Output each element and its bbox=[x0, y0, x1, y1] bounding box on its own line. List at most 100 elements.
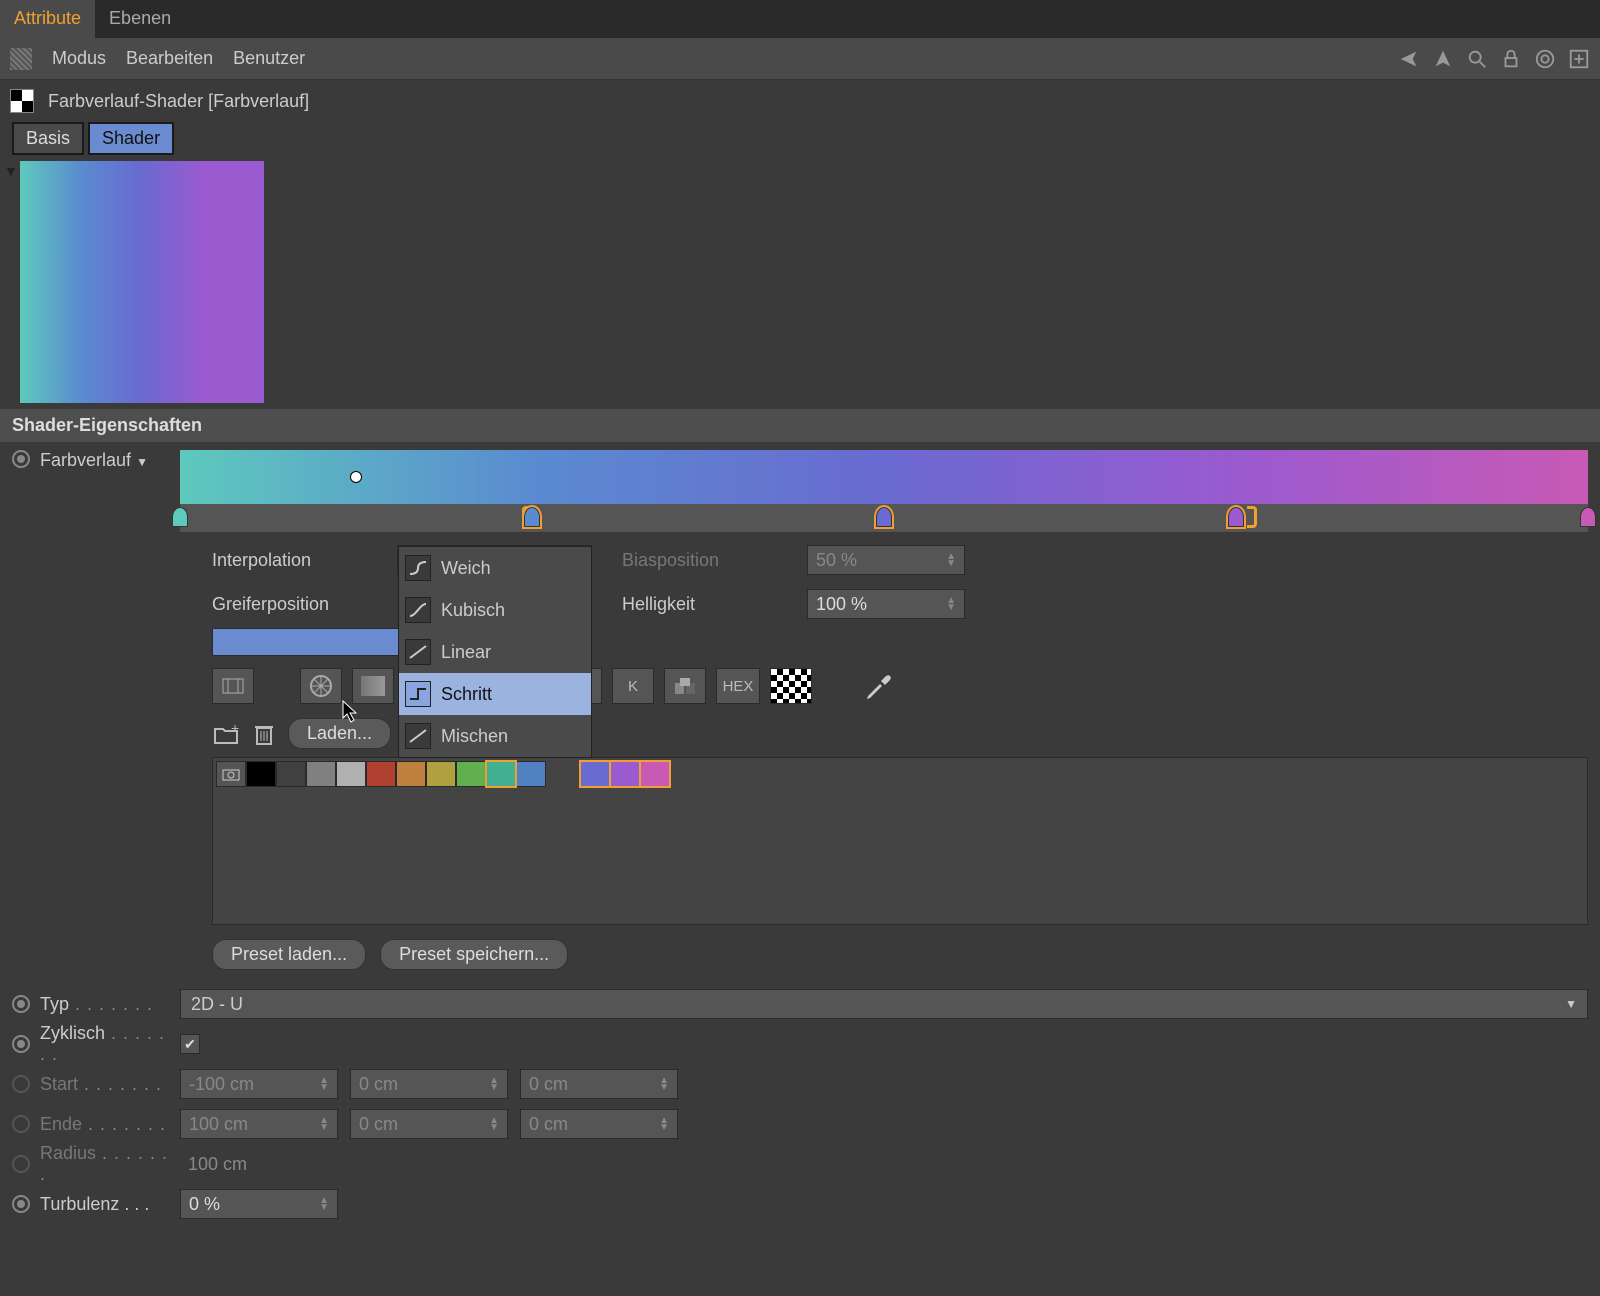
menu-benutzer[interactable]: Benutzer bbox=[233, 48, 305, 69]
swatch[interactable] bbox=[246, 761, 276, 787]
interp-option-linear[interactable]: Linear bbox=[399, 631, 591, 673]
panel-tabs: Attribute Ebenen bbox=[0, 0, 1600, 38]
color-mode-spectrum[interactable] bbox=[352, 668, 394, 704]
preset-load-button[interactable]: Preset laden... bbox=[212, 939, 366, 970]
label-greiferposition: Greiferposition bbox=[212, 594, 387, 615]
swatch-load-button[interactable]: Laden... bbox=[288, 718, 391, 749]
shader-subtabs: Basis Shader bbox=[0, 122, 1600, 161]
anim-dot-start bbox=[12, 1075, 30, 1093]
label-turbulenz: Turbulenz . . . bbox=[40, 1194, 170, 1215]
swatch-camera[interactable] bbox=[216, 761, 246, 787]
object-title: Farbverlauf-Shader [Farbverlauf] bbox=[48, 91, 309, 112]
typ-dropdown[interactable]: 2D - U▼ bbox=[180, 989, 1588, 1019]
swatch[interactable] bbox=[516, 761, 546, 787]
swatch[interactable] bbox=[640, 761, 670, 787]
swatch[interactable] bbox=[456, 761, 486, 787]
swatch[interactable] bbox=[306, 761, 336, 787]
interpolation-menu: Weich Kubisch Linear Schritt bbox=[398, 546, 592, 758]
ende-x-field: 100 cm▲▼ bbox=[180, 1109, 338, 1139]
anim-dot-radius bbox=[12, 1155, 30, 1173]
trash-icon[interactable] bbox=[250, 720, 278, 748]
gradient-bar[interactable] bbox=[180, 450, 1588, 504]
label-interpolation: Interpolation bbox=[212, 550, 387, 571]
swatch[interactable] bbox=[396, 761, 426, 787]
label-typ: Typ bbox=[40, 994, 170, 1015]
interpolation-dropdown[interactable]: Schritt ▼ Weich Kubisch bbox=[397, 545, 592, 575]
section-header: Shader-Eigenschaften bbox=[0, 409, 1600, 442]
menu-modus[interactable]: Modus bbox=[52, 48, 106, 69]
color-mode-wheel[interactable] bbox=[300, 668, 342, 704]
svg-text:+: + bbox=[231, 723, 239, 736]
radius-field: 100 cm bbox=[180, 1149, 338, 1179]
preset-save-button[interactable]: Preset speichern... bbox=[380, 939, 568, 970]
subtab-basis[interactable]: Basis bbox=[12, 122, 84, 155]
swatch[interactable] bbox=[366, 761, 396, 787]
swatch[interactable] bbox=[336, 761, 366, 787]
swatch[interactable] bbox=[276, 761, 306, 787]
biasposition-field: 50 %▲▼ bbox=[807, 545, 965, 575]
swatch[interactable] bbox=[426, 761, 456, 787]
gradient-stop[interactable] bbox=[876, 507, 892, 527]
eyedropper-icon[interactable] bbox=[862, 670, 894, 702]
anim-dot-ende bbox=[12, 1115, 30, 1133]
start-z-field: 0 cm▲▼ bbox=[520, 1069, 678, 1099]
bottom-properties: Typ 2D - U▼ Zyklisch ✔ Start -100 cm▲▼ 0… bbox=[0, 978, 1600, 1230]
swatch-row bbox=[216, 761, 1584, 787]
interp-option-schritt[interactable]: Schritt bbox=[399, 673, 591, 715]
preview-disclosure[interactable]: ▼ bbox=[4, 161, 20, 179]
nav-up-icon[interactable] bbox=[1432, 48, 1454, 70]
color-mode-k[interactable]: K bbox=[612, 668, 654, 704]
add-folder-icon[interactable]: + bbox=[212, 720, 240, 748]
nav-back-icon[interactable] bbox=[1398, 48, 1420, 70]
interp-option-weich[interactable]: Weich bbox=[399, 547, 591, 589]
gradient-preset-row: Preset laden... Preset speichern... bbox=[212, 939, 1588, 970]
zyklisch-checkbox[interactable]: ✔ bbox=[180, 1034, 200, 1054]
ende-y-field: 0 cm▲▼ bbox=[350, 1109, 508, 1139]
gradient-stop-track[interactable] bbox=[180, 504, 1588, 532]
search-icon[interactable] bbox=[1466, 48, 1488, 70]
tab-ebenen[interactable]: Ebenen bbox=[95, 0, 185, 38]
turbulenz-field[interactable]: 0 %▲▼ bbox=[180, 1189, 338, 1219]
color-mode-swatch[interactable] bbox=[770, 668, 812, 704]
mode-icon[interactable] bbox=[10, 48, 32, 70]
interp-option-mischen[interactable]: Mischen bbox=[399, 715, 591, 757]
target-icon[interactable] bbox=[1534, 48, 1556, 70]
label-helligkeit: Helligkeit bbox=[622, 594, 797, 615]
color-mode-mixer[interactable] bbox=[664, 668, 706, 704]
lock-icon[interactable] bbox=[1500, 48, 1522, 70]
anim-dot-turbulenz[interactable] bbox=[12, 1195, 30, 1213]
label-ende: Ende bbox=[40, 1114, 170, 1135]
start-x-field: -100 cm▲▼ bbox=[180, 1069, 338, 1099]
start-y-field: 0 cm▲▼ bbox=[350, 1069, 508, 1099]
color-mode-picker[interactable] bbox=[212, 668, 254, 704]
gradient-stop[interactable] bbox=[524, 507, 540, 527]
label-start: Start bbox=[40, 1074, 170, 1095]
anim-dot-zyklisch[interactable] bbox=[12, 1035, 30, 1053]
gradient-stop[interactable] bbox=[172, 507, 188, 527]
gradient-stop[interactable] bbox=[1580, 507, 1596, 527]
tab-attribute[interactable]: Attribute bbox=[0, 0, 95, 38]
new-panel-icon[interactable] bbox=[1568, 48, 1590, 70]
gradient-stop[interactable] bbox=[1228, 507, 1244, 527]
shader-preview[interactable] bbox=[20, 161, 264, 403]
label-zyklisch: Zyklisch bbox=[40, 1023, 170, 1065]
subtab-shader[interactable]: Shader bbox=[88, 122, 174, 155]
shader-icon bbox=[10, 89, 34, 113]
gradient-knot[interactable] bbox=[350, 471, 362, 483]
swatch-container bbox=[212, 757, 1588, 925]
helligkeit-field[interactable]: 100 %▲▼ bbox=[807, 589, 965, 619]
menu-bearbeiten[interactable]: Bearbeiten bbox=[126, 48, 213, 69]
label-biasposition: Biasposition bbox=[622, 550, 797, 571]
bracket-right[interactable] bbox=[1247, 506, 1257, 528]
anim-dot-farbverlauf[interactable] bbox=[12, 450, 30, 468]
object-header: Farbverlauf-Shader [Farbverlauf] bbox=[0, 80, 1600, 122]
swatch[interactable] bbox=[486, 761, 516, 787]
color-mode-hex[interactable]: HEX bbox=[716, 668, 760, 704]
swatch[interactable] bbox=[610, 761, 640, 787]
interp-option-kubisch[interactable]: Kubisch bbox=[399, 589, 591, 631]
swatch[interactable] bbox=[580, 761, 610, 787]
ende-z-field: 0 cm▲▼ bbox=[520, 1109, 678, 1139]
anim-dot-typ[interactable] bbox=[12, 995, 30, 1013]
label-radius: Radius bbox=[40, 1143, 170, 1185]
chevron-down-icon: ▼ bbox=[1565, 997, 1577, 1011]
